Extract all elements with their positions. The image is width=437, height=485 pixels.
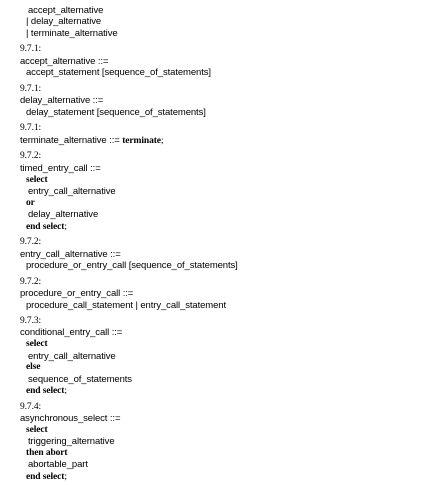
rule-line: entry_call_alternative: [28, 186, 116, 197]
section-ref: 9.7.1:: [20, 84, 42, 94]
rule-line: procedure_call_statement | entry_call_st…: [26, 300, 227, 311]
section-ref: 9.7.1:: [20, 123, 42, 133]
rule-line: entry_call_alternative: [28, 351, 116, 362]
rule-head: entry_call_alternative ::=: [20, 249, 121, 260]
rule-head: accept_alternative ::=: [20, 56, 109, 67]
grammar-page: accept_alternative | delay_alternative |…: [0, 0, 437, 485]
rule-line: accept_alternative: [28, 5, 104, 16]
rule-line: triggering_alternative: [28, 436, 115, 447]
punct: ;: [160, 136, 164, 146]
keyword: end select: [26, 222, 65, 232]
rule-line: delay_statement [sequence_of_statements]: [26, 107, 206, 118]
rule-line: end select;: [26, 221, 67, 233]
keyword: select: [26, 175, 48, 185]
section-ref: 9.7.4:: [20, 402, 42, 412]
rule-line: procedure_or_entry_call [sequence_of_sta…: [26, 260, 238, 271]
section-ref: 9.7.2:: [20, 151, 42, 161]
keyword: select: [26, 425, 48, 435]
punct: ;: [64, 472, 67, 482]
keyword: terminate: [122, 136, 161, 146]
rule-line: end select;: [26, 471, 67, 483]
rule-line: | delay_alternative: [26, 16, 102, 27]
keyword: end select: [26, 472, 65, 482]
section-ref: 9.7.3:: [20, 316, 42, 326]
keyword: end select: [26, 386, 65, 396]
keyword: select: [26, 339, 48, 349]
keyword: then abort: [26, 448, 68, 458]
rule-head: terminate_alternative ::= terminate;: [20, 135, 164, 147]
keyword: or: [26, 198, 35, 208]
section-ref: 9.7.2:: [20, 277, 42, 287]
rule-line: abortable_part: [28, 459, 88, 470]
rule-line: accept_statement [sequence_of_statements…: [26, 67, 211, 78]
punct: ;: [64, 222, 67, 232]
punct: ;: [64, 386, 67, 396]
rule-line: sequence_of_statements: [28, 374, 132, 385]
section-ref: 9.7.2:: [20, 237, 42, 247]
rule-head: timed_entry_call ::=: [20, 163, 101, 174]
rule-head: conditional_entry_call ::=: [20, 327, 123, 338]
rule-head: asynchronous_select ::=: [20, 413, 121, 424]
keyword: else: [26, 362, 41, 372]
rule-text: terminate_alternative ::=: [20, 135, 123, 146]
rule-line: | terminate_alternative: [26, 28, 118, 39]
rule-head: delay_alternative ::=: [20, 95, 104, 106]
rule-head: procedure_or_entry_call ::=: [20, 288, 134, 299]
rule-line: delay_alternative: [28, 209, 99, 220]
section-ref: 9.7.1:: [20, 44, 42, 54]
rule-line: end select;: [26, 385, 67, 397]
